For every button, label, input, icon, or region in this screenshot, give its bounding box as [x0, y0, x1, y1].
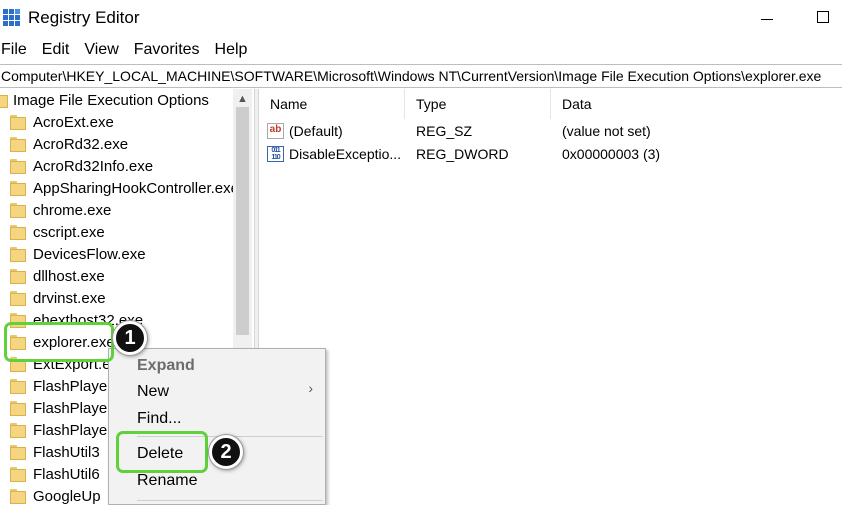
title-bar: Registry Editor	[0, 0, 842, 36]
value-row[interactable]: ab (Default) REG_SZ (value not set)	[259, 120, 842, 142]
column-header-data[interactable]: Data	[551, 89, 842, 119]
menu-view[interactable]: View	[84, 38, 118, 62]
tree-item-label: FlashUtil3	[33, 444, 100, 461]
window-title: Registry Editor	[28, 8, 140, 27]
tree-item-label: DevicesFlow.exe	[33, 246, 146, 263]
menu-help[interactable]: Help	[215, 38, 248, 62]
folder-icon	[10, 401, 26, 417]
tree-item-label: AppSharingHookController.exe	[33, 180, 239, 197]
step-badge-1: 1	[113, 321, 147, 355]
highlight-delete	[116, 431, 208, 473]
value-type: REG_DWORD	[416, 146, 509, 162]
registry-icon	[3, 9, 20, 26]
values-list: Name Type Data ab (Default) REG_SZ (valu…	[259, 89, 842, 505]
menu-item-expand[interactable]: Expand	[137, 353, 195, 379]
folder-icon	[10, 489, 26, 505]
folder-icon	[10, 467, 26, 483]
folder-icon	[10, 115, 26, 131]
folder-icon	[10, 137, 26, 153]
value-name: (Default)	[289, 123, 343, 139]
menu-item-new[interactable]: New	[137, 379, 169, 405]
folder-icon	[10, 203, 26, 219]
highlight-explorer	[4, 322, 114, 362]
submenu-arrow-icon: ›	[308, 380, 313, 396]
column-header-name[interactable]: Name	[259, 89, 405, 119]
folder-icon	[10, 159, 26, 175]
menu-item-find[interactable]: Find...	[137, 406, 181, 432]
value-name: DisableExceptio...	[289, 146, 402, 162]
tree-item-label: drvinst.exe	[33, 290, 106, 307]
step-badge-2: 2	[209, 435, 243, 469]
value-type: REG_SZ	[416, 123, 473, 139]
tree-item-label: FlashPlaye	[33, 400, 108, 417]
menu-separator	[137, 500, 323, 501]
folder-icon	[10, 247, 26, 263]
string-value-icon: ab	[267, 123, 284, 139]
tree-item-label: Image File Execution Options	[13, 92, 209, 109]
folder-icon	[0, 93, 8, 109]
scroll-up-icon[interactable]: ▲	[233, 91, 252, 107]
folder-icon	[10, 291, 26, 307]
address-bar[interactable]: Computer\HKEY_LOCAL_MACHINE\SOFTWARE\Mic…	[0, 64, 842, 88]
tree-item-label: chrome.exe	[33, 202, 112, 219]
tree-item-label: dllhost.exe	[33, 268, 105, 285]
folder-icon	[10, 225, 26, 241]
tree-item-label: FlashPlaye	[33, 422, 108, 439]
minimize-icon	[761, 19, 773, 20]
maximize-icon	[817, 11, 829, 23]
tree-item-label: AcroRd32.exe	[33, 136, 129, 153]
column-header-type[interactable]: Type	[405, 89, 551, 119]
maximize-button[interactable]	[808, 6, 838, 30]
value-data: (value not set)	[562, 123, 651, 139]
tree-item-label: GoogleUp	[33, 488, 101, 505]
menu-favorites[interactable]: Favorites	[134, 38, 200, 62]
context-menu: Expand New › Find... Delete Rename	[108, 348, 326, 505]
folder-icon	[10, 423, 26, 439]
folder-icon	[10, 181, 26, 197]
value-data: 0x00000003 (3)	[562, 146, 661, 162]
dword-value-icon: 011 110	[267, 146, 284, 162]
folder-icon	[10, 269, 26, 285]
tree-item-label: FlashUtil6	[33, 466, 100, 483]
value-row[interactable]: 011 110 DisableExceptio... REG_DWORD 0x00…	[259, 143, 842, 165]
menu-file[interactable]: File	[1, 38, 27, 62]
menu-bar: File Edit View Favorites Help	[0, 38, 842, 62]
scrollbar-thumb[interactable]	[236, 107, 249, 335]
minimize-button[interactable]	[752, 6, 782, 30]
tree-item-label: AcroExt.exe	[33, 114, 114, 131]
tree-item-label: FlashPlaye	[33, 378, 108, 395]
tree-item-label: AcroRd32Info.exe	[33, 158, 154, 175]
folder-icon	[10, 445, 26, 461]
menu-edit[interactable]: Edit	[42, 38, 70, 62]
folder-icon	[10, 379, 26, 395]
tree-item-label: cscript.exe	[33, 224, 105, 241]
